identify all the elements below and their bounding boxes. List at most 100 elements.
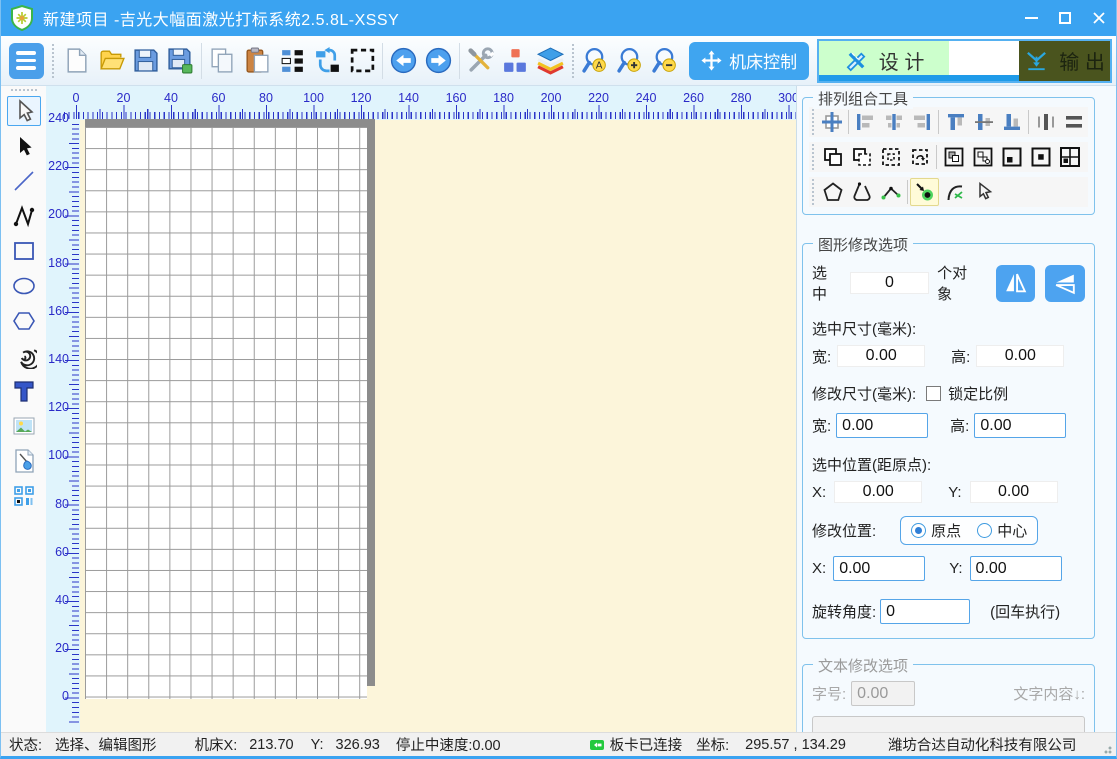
node-polyline-button[interactable] xyxy=(876,178,905,206)
close-button[interactable] xyxy=(1082,0,1116,36)
undo-button[interactable] xyxy=(386,39,421,83)
save-button[interactable] xyxy=(129,39,164,83)
selected-prefix-label: 选中 xyxy=(812,262,842,304)
save-as-button[interactable] xyxy=(163,39,198,83)
tool-polyline[interactable] xyxy=(7,201,41,231)
position-reference-radios: 原点 中心 xyxy=(900,516,1038,545)
modify-y-input[interactable] xyxy=(970,556,1062,581)
align-center-both-icon xyxy=(821,111,843,133)
ungroup-button[interactable] xyxy=(847,143,876,171)
weld-button[interactable] xyxy=(939,143,968,171)
anchor-center-button[interactable] xyxy=(1026,143,1055,171)
tool-node-edit[interactable] xyxy=(7,131,41,161)
tool-image[interactable] xyxy=(7,411,41,441)
select-all-icon xyxy=(348,46,377,75)
machine-y-value: 326.93 xyxy=(336,737,380,753)
svg-text:A: A xyxy=(596,61,603,72)
zoom-out-button[interactable] xyxy=(648,39,683,83)
zoom-fit-button[interactable]: A xyxy=(579,39,614,83)
radio-center[interactable]: 中心 xyxy=(977,520,1027,541)
align-center-both-button[interactable] xyxy=(818,108,846,136)
align-tool-row xyxy=(809,107,1088,137)
node-tool-row xyxy=(809,177,1088,207)
flip-horizontal-button[interactable] xyxy=(996,265,1036,302)
select-all-button[interactable] xyxy=(345,39,380,83)
work-area-grid[interactable] xyxy=(85,127,367,699)
tool-spiral[interactable] xyxy=(7,341,41,371)
regroup-button[interactable] xyxy=(905,143,934,171)
space-horizontal-button[interactable] xyxy=(1031,108,1059,136)
modify-x-input[interactable] xyxy=(833,556,925,581)
flip-vertical-button[interactable] xyxy=(1045,265,1085,302)
redo-icon xyxy=(424,46,453,75)
ellipse-icon xyxy=(11,273,37,299)
select-outline-button[interactable] xyxy=(968,178,997,206)
tool-line[interactable] xyxy=(7,166,41,196)
tab-output-label: 输 出 xyxy=(1059,46,1105,75)
anchor-pane-button[interactable] xyxy=(1055,143,1084,171)
array-copy-icon xyxy=(11,483,37,509)
speed-value: 停止中速度:0.00 xyxy=(396,734,501,755)
font-size-label: 字号: xyxy=(812,683,846,704)
polygon-open-button[interactable] xyxy=(847,178,876,206)
tool-array-copy[interactable] xyxy=(7,481,41,511)
settings-button[interactable] xyxy=(463,39,498,83)
align-right-button[interactable] xyxy=(908,108,936,136)
radio-origin-dot xyxy=(911,523,926,538)
combine-dashed-button[interactable] xyxy=(876,143,905,171)
new-file-button[interactable] xyxy=(59,39,94,83)
open-file-button[interactable] xyxy=(94,39,129,83)
maximize-button[interactable] xyxy=(1048,0,1082,36)
modify-width-input[interactable] xyxy=(836,413,928,438)
text-options-title: 文本修改选项 xyxy=(813,655,913,676)
radio-origin[interactable]: 原点 xyxy=(911,520,961,541)
space-vertical-button[interactable] xyxy=(1060,108,1088,136)
align-center-h-button[interactable] xyxy=(880,108,908,136)
minimize-button[interactable] xyxy=(1014,0,1048,36)
layers-button[interactable] xyxy=(533,39,568,83)
transform-button[interactable] xyxy=(310,39,345,83)
h-ruler-label: 200 xyxy=(536,91,566,105)
anchor-bottom-left-button[interactable] xyxy=(997,143,1026,171)
array-grid-icon xyxy=(278,46,307,75)
minimize-icon xyxy=(1025,17,1038,19)
machine-control-button[interactable]: 机床控制 xyxy=(689,42,809,80)
tool-ellipse[interactable] xyxy=(7,271,41,301)
canvas-area[interactable]: 0204060801001201401601802002202402602803… xyxy=(46,86,796,732)
tool-vector-fill[interactable] xyxy=(7,446,41,476)
align-bottom-button[interactable] xyxy=(998,108,1026,136)
h-ruler-label: 160 xyxy=(441,91,471,105)
align-middle-button[interactable] xyxy=(970,108,998,136)
break-apart-icon xyxy=(972,146,994,168)
polygon-close-button[interactable] xyxy=(818,178,847,206)
array-button[interactable] xyxy=(275,39,310,83)
redo-button[interactable] xyxy=(421,39,456,83)
space-horizontal-icon xyxy=(1035,111,1057,133)
modify-height-input[interactable] xyxy=(974,413,1066,438)
align-top-button[interactable] xyxy=(941,108,969,136)
group-button[interactable] xyxy=(818,143,847,171)
break-apart-button[interactable] xyxy=(968,143,997,171)
tool-polygon[interactable] xyxy=(7,306,41,336)
curve-cut-button[interactable] xyxy=(939,178,968,206)
tool-text[interactable] xyxy=(7,376,41,406)
rotate-angle-input[interactable] xyxy=(880,599,970,624)
zoom-in-button[interactable] xyxy=(613,39,648,83)
resize-grip[interactable] xyxy=(1104,744,1114,754)
tool-select[interactable] xyxy=(7,96,41,126)
snap-node-button[interactable] xyxy=(910,178,939,206)
copy-button[interactable] xyxy=(205,39,240,83)
snap-node-icon xyxy=(914,181,936,203)
v-ruler-label: 100 xyxy=(47,448,69,462)
menu-button[interactable] xyxy=(9,43,44,79)
paste-button[interactable] xyxy=(240,39,275,83)
blocks-button[interactable] xyxy=(498,39,533,83)
status-bar: 状态: 选择、编辑图形 机床X: 213.70 Y: 326.93 停止中速度:… xyxy=(1,732,1116,756)
lock-ratio-checkbox[interactable] xyxy=(926,386,941,401)
align-left-button[interactable] xyxy=(851,108,879,136)
tab-output[interactable]: 输 出 xyxy=(1019,41,1110,81)
board-connected-icon xyxy=(589,737,605,753)
regroup-icon xyxy=(909,146,931,168)
tool-rectangle[interactable] xyxy=(7,236,41,266)
coord-value: 295.57 , 134.29 xyxy=(745,737,846,753)
